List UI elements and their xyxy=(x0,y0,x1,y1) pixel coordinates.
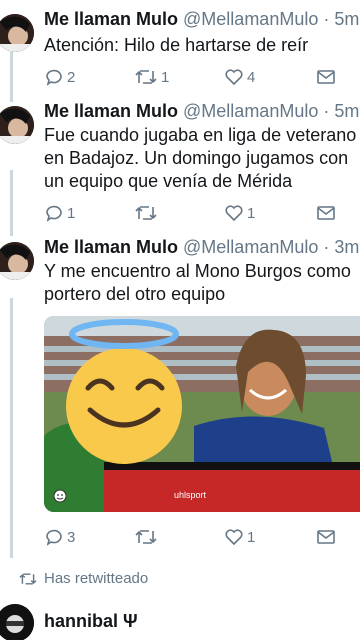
envelope-icon xyxy=(317,206,335,220)
tweet-time: · 5m xyxy=(323,9,360,29)
heart-icon xyxy=(225,69,243,86)
tweet-time: · 5m xyxy=(323,101,360,121)
author-handle[interactable]: @MellamanMulo xyxy=(183,101,318,121)
tweet-text: Fue cuando jugaba en liga de veterano en… xyxy=(44,124,356,193)
dm-button[interactable] xyxy=(316,526,336,548)
envelope-icon xyxy=(317,530,335,544)
emoji-sticker-icon[interactable] xyxy=(53,489,67,503)
retweet-button[interactable]: 1 xyxy=(134,66,169,88)
like-button[interactable]: 4 xyxy=(224,66,255,88)
tweet-time: · 3m xyxy=(323,237,360,257)
avatar[interactable] xyxy=(0,242,34,280)
like-count: 1 xyxy=(247,204,256,222)
author-name[interactable]: Me llaman Mulo xyxy=(44,237,178,257)
author-name[interactable]: Me llaman Mulo xyxy=(44,9,178,29)
dm-button[interactable] xyxy=(316,66,336,88)
avatar[interactable] xyxy=(0,106,34,144)
tweet-text-line: portero del otro equipo xyxy=(44,284,226,304)
reply-button[interactable]: 1 xyxy=(44,202,75,224)
tweet[interactable]: Me llaman Mulo @MellamanMulo · 5m Atenci… xyxy=(0,8,360,92)
tweet-actions: 3 1 xyxy=(44,526,344,548)
jersey-brand-text: uhlsport xyxy=(174,490,207,500)
author-name[interactable]: Me llaman Mulo xyxy=(44,101,178,121)
tweet[interactable]: Me llaman Mulo @MellamanMulo · 5m Fue cu… xyxy=(0,100,360,230)
tweet-header: hannibal Ψ xyxy=(44,610,138,632)
dm-button[interactable] xyxy=(316,202,336,224)
tweet-photo[interactable]: uhlsport xyxy=(44,316,360,512)
author-handle[interactable]: @MellamanMulo xyxy=(183,9,318,29)
reply-button[interactable]: 2 xyxy=(44,66,75,88)
tweet-text-line: Atención: Hilo de hartarse de reír xyxy=(44,35,309,55)
retweet-button[interactable] xyxy=(134,202,161,224)
envelope-icon xyxy=(317,70,335,84)
author-name[interactable]: hannibal Ψ xyxy=(44,611,138,631)
reply-count: 3 xyxy=(67,528,76,546)
tweet-actions: 2 1 4 xyxy=(44,66,344,88)
reply-icon xyxy=(46,529,62,546)
tweet-text-line: un equipo que venía de Mérida xyxy=(44,171,293,191)
tweet-actions: 1 1 xyxy=(44,202,344,224)
reply-count: 1 xyxy=(67,204,76,222)
tweet-header: Me llaman Mulo @MellamanMulo · 3m xyxy=(44,236,359,258)
heart-icon xyxy=(225,205,243,222)
avatar[interactable] xyxy=(0,604,34,640)
retweet-icon xyxy=(135,206,157,220)
reply-icon xyxy=(46,205,62,222)
heart-icon xyxy=(225,529,243,546)
tweet-text-line: Fue cuando jugaba en liga de veterano xyxy=(44,125,357,145)
retweet-icon xyxy=(135,530,157,544)
reply-count: 2 xyxy=(67,68,76,86)
retweet-icon xyxy=(135,70,157,84)
tweet-header: Me llaman Mulo @MellamanMulo · 5m xyxy=(44,100,359,122)
tweet-text: Y me encuentro al Mono Burgos como porte… xyxy=(44,260,351,306)
retweeted-label: Has retwitteado xyxy=(44,570,149,587)
like-button[interactable]: 1 xyxy=(224,526,255,548)
retweeted-notice: Has retwitteado xyxy=(0,566,360,592)
tweet-text: Atención: Hilo de hartarse de reír xyxy=(44,34,308,57)
like-button[interactable]: 1 xyxy=(224,202,255,224)
reply-icon xyxy=(46,69,62,86)
reply-button[interactable]: 3 xyxy=(44,526,75,548)
tweet[interactable]: hannibal Ψ xyxy=(0,602,360,640)
smiling-face-with-halo-icon xyxy=(66,319,182,464)
retweet-button[interactable] xyxy=(134,526,161,548)
tweet-header: Me llaman Mulo @MellamanMulo · 5m xyxy=(44,8,359,30)
retweet-count: 1 xyxy=(161,68,170,86)
author-handle[interactable]: @MellamanMulo xyxy=(183,237,318,257)
like-count: 4 xyxy=(247,68,256,86)
like-count: 1 xyxy=(247,528,256,546)
tweet-text-line: Y me encuentro al Mono Burgos como xyxy=(44,261,351,281)
retweet-icon xyxy=(19,573,37,585)
avatar[interactable] xyxy=(0,14,34,52)
tweet-text-line: en Badajoz. Un domingo jugamos con xyxy=(44,148,349,168)
